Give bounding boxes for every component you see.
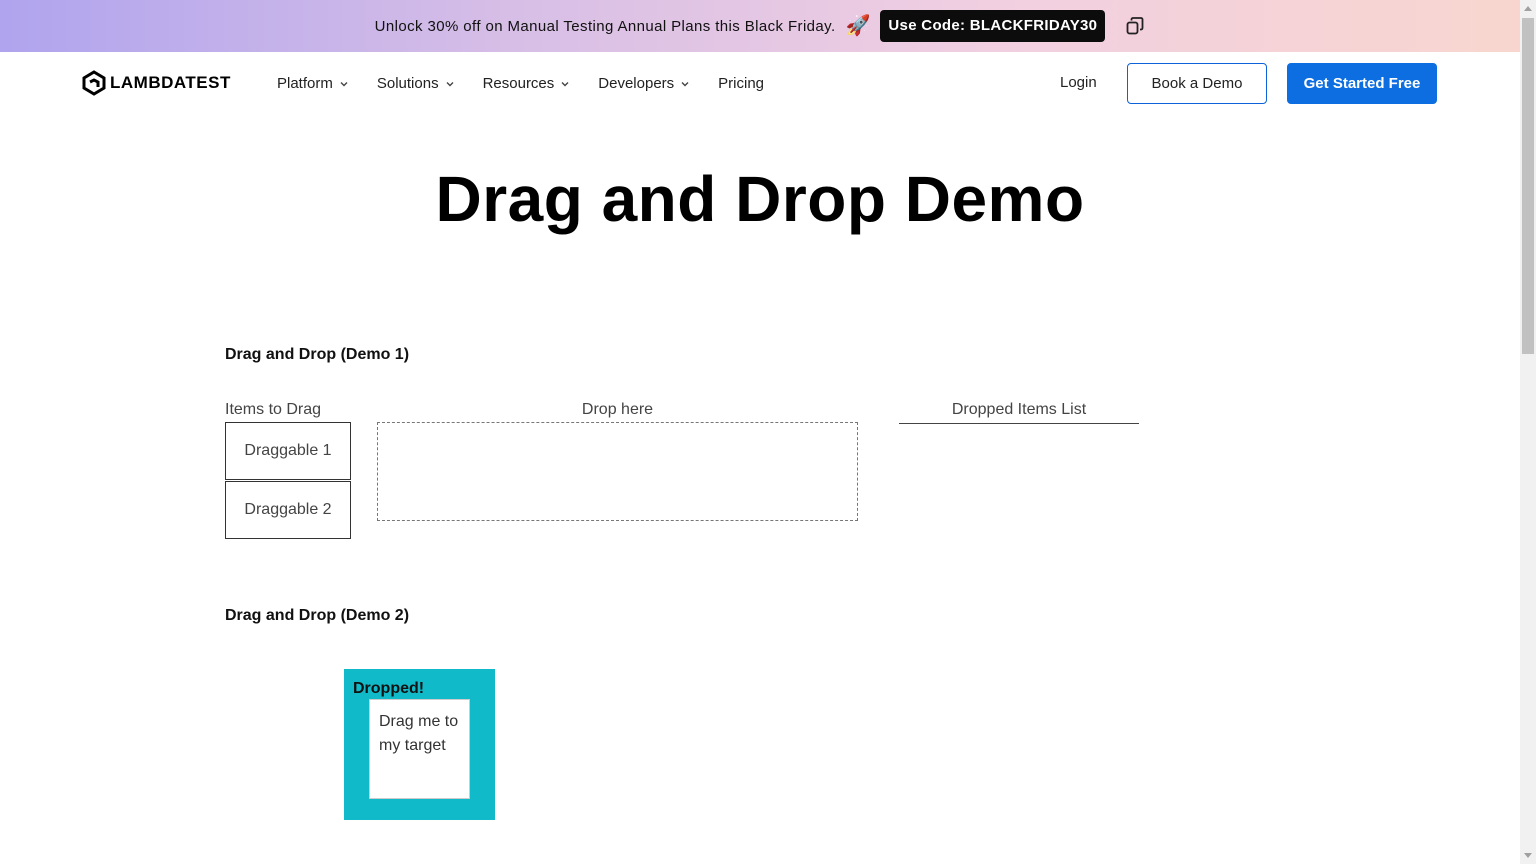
nav-item-platform[interactable]: Platform [277, 75, 349, 92]
scrollbar-thumb[interactable] [1522, 18, 1534, 354]
nav-item-label: Pricing [718, 74, 765, 92]
nav-item-label: Resources [482, 74, 555, 92]
lambdatest-logo[interactable]: LAMBDATEST [82, 70, 231, 96]
dropped-status-label: Dropped! [353, 680, 425, 697]
demo2-title: Drag and Drop (Demo 2) [225, 607, 410, 624]
dropped-items-list [899, 423, 1139, 424]
promo-code-badge: Use Code: BLACKFRIDAY30 [880, 10, 1106, 42]
nav-item-label: Solutions [376, 74, 439, 92]
get-started-button[interactable]: Get Started Free [1287, 63, 1437, 104]
nav-menu: Platform Solutions Resources Developers … [277, 52, 764, 114]
nav-item-pricing[interactable]: Pricing [718, 75, 764, 92]
rocket-icon: 🚀 [845, 15, 871, 37]
drop-here-label: Drop here [581, 401, 654, 418]
draggable-box[interactable]: Drag me to my target [369, 699, 470, 799]
drop-zone[interactable] [377, 422, 858, 521]
login-link[interactable]: Login [1060, 74, 1097, 91]
page-title: Drag and Drop Demo [435, 163, 1085, 235]
demo1-title: Drag and Drop (Demo 1) [225, 346, 410, 363]
chevron-down-icon [681, 82, 689, 87]
lambdatest-logo-icon [82, 70, 106, 96]
nav-item-label: Platform [277, 74, 333, 92]
book-demo-button[interactable]: Book a Demo [1127, 63, 1267, 104]
promo-text: Unlock 30% off on Manual Testing Annual … [374, 17, 836, 35]
promo-banner: Unlock 30% off on Manual Testing Annual … [0, 0, 1520, 52]
dropped-items-label: Dropped Items List [951, 401, 1087, 418]
items-to-drag-label: Items to Drag [225, 401, 322, 418]
nav-item-solutions[interactable]: Solutions [377, 75, 455, 92]
draggable-2[interactable]: Draggable 2 [225, 481, 351, 539]
logo-text: LAMBDATEST [110, 73, 231, 92]
chevron-down-icon [340, 82, 348, 87]
nav-item-label: Developers [598, 74, 675, 92]
draggable-1[interactable]: Draggable 1 [225, 422, 351, 480]
top-navbar: LAMBDATEST Platform Solutions Resources … [0, 52, 1520, 114]
chevron-down-icon [446, 82, 454, 87]
chevron-down-icon [561, 82, 569, 87]
copy-icon[interactable] [1125, 16, 1145, 36]
nav-item-resources[interactable]: Resources [483, 75, 571, 92]
scroll-up-arrow-icon[interactable] [1520, 0, 1536, 16]
drop-target[interactable]: Dropped! Drag me to my target [344, 669, 495, 820]
scroll-down-arrow-icon[interactable] [1520, 848, 1536, 864]
nav-item-developers[interactable]: Developers [598, 75, 690, 92]
